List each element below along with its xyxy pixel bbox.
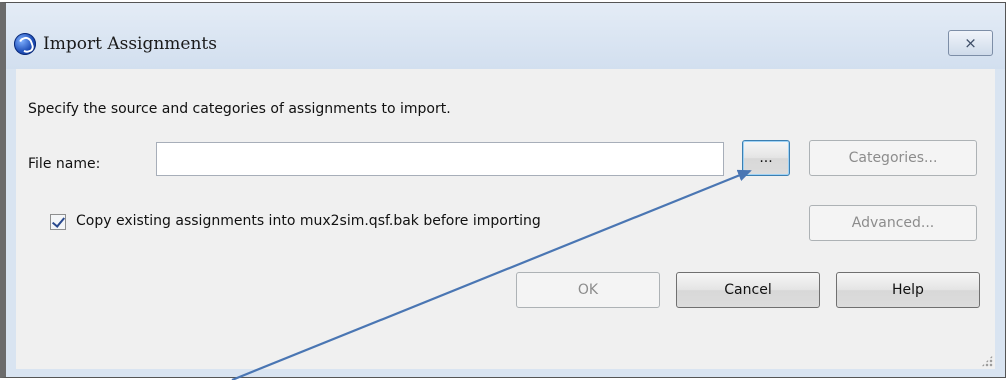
- dialog-content: Specify the source and categories of ass…: [16, 69, 995, 369]
- help-button[interactable]: Help: [836, 272, 980, 308]
- file-name-input[interactable]: [156, 142, 724, 176]
- ok-button[interactable]: OK: [516, 272, 660, 308]
- resize-grip-icon[interactable]: [981, 355, 993, 367]
- title-bar: Import Assignments ⨯: [6, 3, 1005, 69]
- close-button[interactable]: ⨯: [948, 30, 993, 56]
- close-icon: ⨯: [964, 34, 977, 52]
- browse-button[interactable]: ...: [742, 140, 790, 176]
- copy-backup-label[interactable]: Copy existing assignments into mux2sim.q…: [76, 213, 541, 229]
- import-assignments-dialog: Import Assignments ⨯ Specify the source …: [0, 2, 1006, 378]
- dialog-title: Import Assignments: [43, 34, 217, 54]
- cancel-button[interactable]: Cancel: [676, 272, 820, 308]
- copy-backup-checkbox[interactable]: [50, 214, 66, 230]
- file-name-label: File name:: [28, 156, 101, 172]
- instruction-text: Specify the source and categories of ass…: [28, 101, 451, 117]
- categories-button[interactable]: Categories...: [809, 140, 977, 176]
- app-globe-icon: [14, 33, 36, 55]
- advanced-button[interactable]: Advanced...: [809, 205, 977, 241]
